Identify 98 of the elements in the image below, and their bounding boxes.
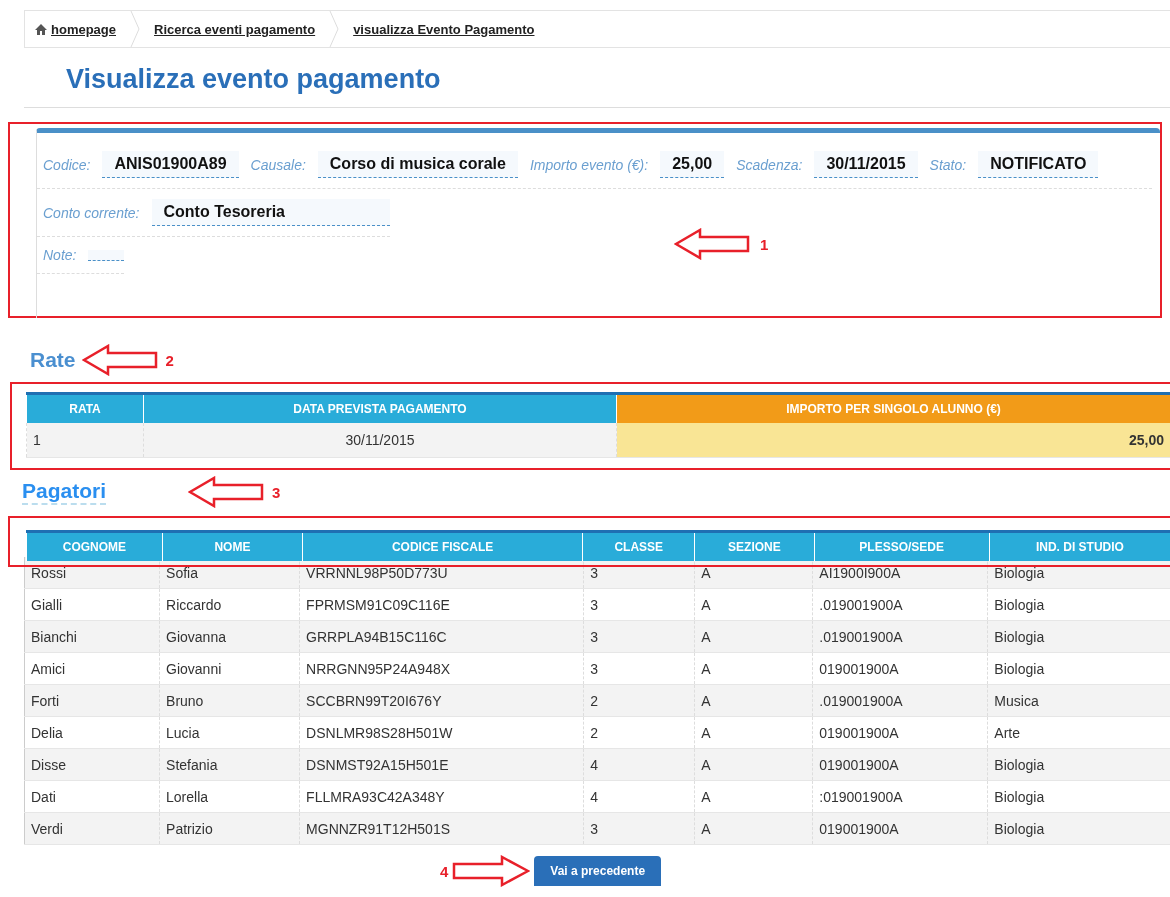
table-cell: Bruno bbox=[159, 684, 300, 717]
table-cell: Biologia bbox=[987, 620, 1170, 653]
annotation-number: 4 bbox=[440, 862, 449, 880]
table-cell: GRRPLA94B15C116C bbox=[299, 620, 584, 653]
table-cell: Musica bbox=[987, 684, 1170, 717]
field-value: 25,00 bbox=[660, 151, 725, 178]
table-cell: Biologia bbox=[987, 748, 1170, 781]
column-header: CODICE FISCALE bbox=[302, 531, 583, 561]
table-cell: 019001900A bbox=[812, 748, 988, 781]
field-value: Conto Tesoreria bbox=[151, 199, 390, 226]
field-value bbox=[88, 249, 125, 261]
table-cell: Biologia bbox=[987, 652, 1170, 685]
table-cell: SCCBRN99T20I676Y bbox=[299, 684, 584, 717]
field-label: Scadenza: bbox=[736, 156, 803, 173]
table-cell: Forti bbox=[24, 684, 160, 717]
arrow-icon bbox=[674, 228, 752, 260]
table-cell: 3 bbox=[583, 812, 695, 845]
table-cell: A bbox=[694, 748, 813, 781]
arrow-icon bbox=[452, 855, 531, 887]
breadcrumb-link[interactable]: visualizza Evento Pagamento bbox=[353, 21, 535, 37]
table-cell: :019001900A bbox=[812, 780, 988, 813]
table-cell: Biologia bbox=[987, 812, 1170, 845]
table-cell: 019001900A bbox=[812, 812, 988, 845]
table-cell: Giovanni bbox=[159, 652, 300, 685]
table-cell: A bbox=[694, 588, 813, 621]
column-header: IMPORTO PER SINGOLO ALUNNO (€) bbox=[616, 393, 1170, 423]
table-cell: .019001900A bbox=[812, 620, 988, 653]
table-cell: Biologia bbox=[987, 780, 1170, 813]
field-value: NOTIFICATO bbox=[978, 151, 1099, 178]
field-value: Corso di musica corale bbox=[317, 151, 518, 178]
table-cell: Stefania bbox=[159, 748, 300, 781]
table-cell: Lucia bbox=[159, 716, 300, 749]
table-cell: Gialli bbox=[24, 588, 160, 621]
table-cell: 3 bbox=[583, 652, 695, 685]
home-icon bbox=[35, 23, 47, 35]
field-label: Causale: bbox=[250, 156, 306, 173]
field-value: 30/11/2015 bbox=[814, 151, 918, 178]
column-header: PLESSO/SEDE bbox=[814, 531, 990, 561]
column-header: DATA PREVISTA PAGAMENTO bbox=[143, 393, 617, 423]
table-cell: Arte bbox=[987, 716, 1170, 749]
table-cell: 1 bbox=[26, 423, 144, 458]
table-cell: Dati bbox=[24, 780, 160, 813]
field-label: Note: bbox=[43, 247, 77, 263]
table-cell: Lorella bbox=[159, 780, 300, 813]
table-cell: Disse bbox=[24, 748, 160, 781]
section-title: Pagatori bbox=[22, 479, 107, 505]
table-cell: A bbox=[694, 812, 813, 845]
column-header: COGNOME bbox=[26, 531, 163, 561]
table-cell: Biologia bbox=[987, 588, 1170, 621]
annotation-number: 2 bbox=[165, 351, 174, 369]
table-cell: 30/11/2015 bbox=[143, 423, 617, 458]
table-cell: A bbox=[694, 684, 813, 717]
column-header: RATA bbox=[26, 393, 144, 423]
table-cell: 2 bbox=[583, 716, 695, 749]
table-cell: .019001900A bbox=[812, 588, 988, 621]
table-cell: Amici bbox=[24, 652, 160, 685]
field-label: Stato: bbox=[929, 156, 967, 173]
field-label: Codice: bbox=[43, 156, 91, 173]
table-cell: 2 bbox=[583, 684, 695, 717]
table-cell: Riccardo bbox=[159, 588, 300, 621]
column-header: CLASSE bbox=[582, 531, 695, 561]
table-cell: NRRGNN95P24A948X bbox=[299, 652, 584, 685]
table-cell: Giovanna bbox=[159, 620, 300, 653]
breadcrumb-link[interactable]: homepage bbox=[35, 21, 116, 37]
table-cell: FPRMSM91C09C116E bbox=[299, 588, 584, 621]
table-cell: 019001900A bbox=[812, 652, 988, 685]
table-cell: MGNNZR91T12H501S bbox=[299, 812, 584, 845]
field-label: Importo evento (€): bbox=[529, 156, 649, 173]
table-cell: .019001900A bbox=[812, 684, 988, 717]
breadcrumb-link[interactable]: Ricerca eventi pagamento bbox=[154, 21, 316, 37]
column-header: NOME bbox=[162, 531, 303, 561]
annotation-number: 1 bbox=[760, 235, 769, 253]
table-cell: Bianchi bbox=[24, 620, 160, 653]
table-cell: A bbox=[694, 716, 813, 749]
page-title: Visualizza evento pagamento bbox=[24, 48, 1170, 108]
table-cell: 3 bbox=[583, 588, 695, 621]
field-label: Conto corrente: bbox=[43, 204, 140, 221]
arrow-icon bbox=[81, 344, 160, 376]
table-cell: A bbox=[694, 780, 813, 813]
table-cell: Verdi bbox=[24, 812, 160, 845]
table-cell: 4 bbox=[583, 748, 695, 781]
section-title: Rate bbox=[30, 348, 76, 372]
column-header: SEZIONE bbox=[694, 531, 814, 561]
field-value: ANIS01900A89 bbox=[102, 151, 239, 178]
table-cell: DSNMST92A15H501E bbox=[299, 748, 584, 781]
table-cell: A bbox=[694, 652, 813, 685]
table-cell: A bbox=[694, 620, 813, 653]
table-cell: 4 bbox=[583, 780, 695, 813]
back-button[interactable]: Vai a precedente bbox=[534, 856, 662, 886]
table-cell: 019001900A bbox=[812, 716, 988, 749]
column-header: IND. DI STUDIO bbox=[989, 531, 1170, 561]
table-cell: FLLMRA93C42A348Y bbox=[299, 780, 584, 813]
table-cell: Patrizio bbox=[159, 812, 300, 845]
annotation-number: 3 bbox=[272, 483, 281, 501]
table-cell: 3 bbox=[583, 620, 695, 653]
table-cell: Delia bbox=[24, 716, 160, 749]
table-cell: DSNLMR98S28H501W bbox=[299, 716, 584, 749]
table-cell: 25,00 bbox=[616, 423, 1170, 458]
